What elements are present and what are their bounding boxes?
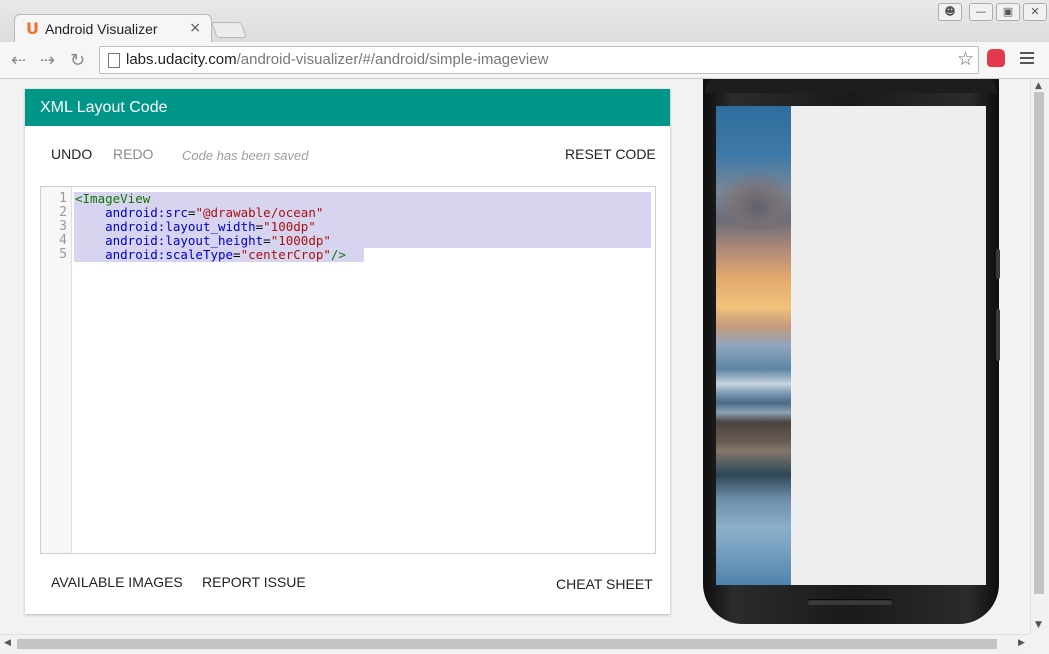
code-token-str: "@drawable/ocean" <box>195 205 324 220</box>
udacity-favicon-icon: U <box>26 19 39 38</box>
maximize-button[interactable]: ▣ <box>996 3 1020 21</box>
url-path: /android-visualizer/#/android/simple-ima… <box>236 51 549 68</box>
window-close-button[interactable]: ✕ <box>1023 3 1047 21</box>
xml-layout-card: XML Layout Code UNDO REDO Code has been … <box>25 89 670 614</box>
scroll-up-icon[interactable]: ▲ <box>1035 81 1042 91</box>
cloud-image-detail <box>716 170 791 230</box>
scroll-down-icon[interactable]: ▼ <box>1035 620 1042 630</box>
code-token-attr: android:src <box>105 205 188 220</box>
code-editor[interactable]: 1 2 3 4 5 <ImageView android:src="@drawa… <box>40 186 656 554</box>
line-number: 1 <box>59 191 67 206</box>
address-bar[interactable]: labs.udacity.com/android-visualizer/#/an… <box>99 46 979 74</box>
new-tab-button[interactable] <box>211 22 247 38</box>
page-icon <box>108 53 120 68</box>
code-token-tag: <ImageView <box>75 191 151 206</box>
horizontal-scroll-thumb[interactable] <box>17 639 997 649</box>
code-line[interactable]: android:layout_height="1000dp" <box>75 234 331 248</box>
hamburger-menu-icon[interactable] <box>1020 52 1034 64</box>
code-token-attr: android:scaleType <box>105 247 234 262</box>
report-issue-button[interactable]: REPORT ISSUE <box>202 574 306 590</box>
line-number: 4 <box>59 233 67 248</box>
code-token-attr: android:layout_width <box>105 219 256 234</box>
code-token-tag: /> <box>330 247 346 262</box>
code-token-plain: = <box>263 233 271 248</box>
vertical-scrollbar[interactable]: ▲ ▼ <box>1030 79 1048 634</box>
forward-arrow-icon[interactable]: ⇢ <box>40 50 55 71</box>
code-line[interactable]: android:layout_width="100dp" <box>75 220 316 234</box>
code-token-plain: = <box>233 247 241 262</box>
scroll-right-icon[interactable]: ▶ <box>1018 638 1025 648</box>
undo-button[interactable]: UNDO <box>51 146 92 162</box>
star-icon[interactable]: ☆ <box>957 48 974 70</box>
page-content: XML Layout Code UNDO REDO Code has been … <box>0 79 1030 634</box>
line-number-gutter: 1 2 3 4 5 <box>41 187 72 553</box>
phone-speaker <box>807 599 893 605</box>
scroll-left-icon[interactable]: ◀ <box>4 638 11 648</box>
phone-volume-button <box>996 249 1000 279</box>
tab-close-icon[interactable]: × <box>189 20 201 36</box>
phone-screen <box>716 106 986 585</box>
line-number: 5 <box>59 247 67 262</box>
back-arrow-icon[interactable]: ⇠ <box>11 50 26 71</box>
redo-button[interactable]: REDO <box>113 146 153 162</box>
phone-power-button <box>996 309 1000 361</box>
code-token-str: "centerCrop" <box>240 247 331 262</box>
tab-title: Android Visualizer <box>45 21 158 37</box>
save-status-text: Code has been saved <box>182 148 309 163</box>
browser-titlebar: U Android Visualizer × ☻ — ▣ ✕ <box>0 0 1049 43</box>
reset-code-button[interactable]: RESET CODE <box>565 146 656 162</box>
line-number: 2 <box>59 205 67 220</box>
url-text: labs.udacity.com/android-visualizer/#/an… <box>126 51 548 68</box>
browser-tab[interactable]: U Android Visualizer × <box>14 14 212 43</box>
code-token-attr: android:layout_height <box>105 233 264 248</box>
vertical-scroll-thumb[interactable] <box>1034 92 1044 594</box>
code-line[interactable]: android:src="@drawable/ocean" <box>75 206 323 220</box>
extension-icon[interactable] <box>987 49 1005 67</box>
line-number: 3 <box>59 219 67 234</box>
code-token-str: "100dp" <box>263 219 316 234</box>
minimize-button[interactable]: — <box>969 3 993 21</box>
available-images-button[interactable]: AVAILABLE IMAGES <box>51 574 183 590</box>
card-header-title: XML Layout Code <box>25 89 670 126</box>
code-line[interactable]: android:scaleType="centerCrop"/> <box>75 248 346 262</box>
ocean-imageview <box>716 106 791 585</box>
reload-icon[interactable]: ↻ <box>70 50 85 71</box>
cheat-sheet-button[interactable]: CHEAT SHEET <box>556 576 653 592</box>
url-host: labs.udacity.com <box>126 51 237 68</box>
browser-toolbar: ⇠ ⇢ ↻ labs.udacity.com/android-visualize… <box>0 42 1049 79</box>
code-token-str: "1000dp" <box>270 233 331 248</box>
horizontal-scrollbar[interactable]: ◀ ▶ <box>0 634 1030 653</box>
user-icon[interactable]: ☻ <box>938 3 962 21</box>
code-line[interactable]: <ImageView <box>75 192 150 206</box>
